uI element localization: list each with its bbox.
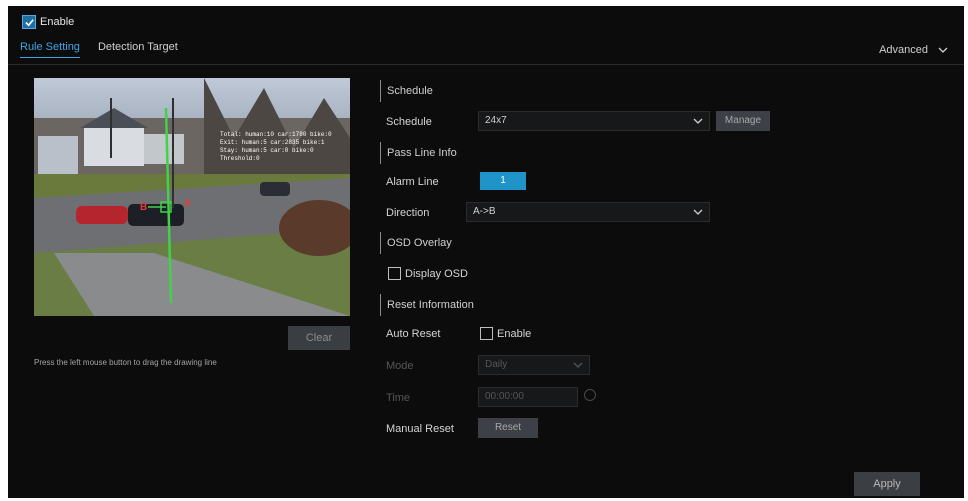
schedule-label: Schedule <box>386 116 432 128</box>
tab-rule-setting[interactable]: Rule Setting <box>20 41 80 58</box>
clock-icon <box>584 389 596 401</box>
display-osd-checkbox[interactable] <box>388 267 401 280</box>
enable-checkbox[interactable] <box>22 15 36 29</box>
schedule-select[interactable]: 24x7 <box>478 111 710 131</box>
advanced-label: Advanced <box>879 44 928 56</box>
overlay-text-2: Exit: human:5 car:2835 bike:1 <box>220 139 325 146</box>
time-field: 00:00:00 <box>478 387 578 407</box>
mode-value: Daily <box>485 359 508 370</box>
overlay-text-1: Total: human:10 car:1780 bike:0 <box>220 131 332 138</box>
section-pass-line-info: Pass Line Info <box>380 142 457 164</box>
direction-select[interactable]: A->B <box>466 202 710 222</box>
mode-select: Daily <box>478 355 590 375</box>
tab-detection-target[interactable]: Detection Target <box>98 41 178 58</box>
camera-scene: B A Total: human:10 car:1780 bike:0 Exit… <box>34 78 350 316</box>
alarm-line-label: Alarm Line <box>386 176 439 188</box>
manage-button[interactable]: Manage <box>716 111 770 131</box>
schedule-value: 24x7 <box>485 115 507 126</box>
section-schedule: Schedule <box>380 80 433 102</box>
overlay-text-3: Stay: human:5 car:0 bike:0 <box>220 147 314 154</box>
enable-toggle[interactable]: Enable <box>22 15 74 29</box>
chevron-down-icon <box>693 209 703 215</box>
line-label-b: B <box>140 202 147 213</box>
advanced-dropdown[interactable]: Advanced <box>879 44 948 56</box>
time-label: Time <box>386 392 411 404</box>
tab-bar: Rule Setting Detection Target <box>20 41 178 58</box>
auto-reset-label: Auto Reset <box>386 328 441 340</box>
settings-column: Schedule Schedule 24x7 Manage Pass Line … <box>380 6 800 498</box>
drawing-hint: Press the left mouse button to drag the … <box>34 358 217 367</box>
line-label-a: A <box>184 198 191 209</box>
camera-preview[interactable]: B A Total: human:10 car:1780 bike:0 Exit… <box>34 78 350 316</box>
chevron-down-icon <box>693 118 703 124</box>
alarm-line-1-button[interactable]: 1 <box>480 172 526 190</box>
auto-reset-enable-checkbox[interactable] <box>480 327 493 340</box>
time-value: 00:00:00 <box>485 391 524 402</box>
smart-analytics-panel: Enable Rule Setting Detection Target Adv… <box>8 6 964 498</box>
section-osd-overlay: OSD Overlay <box>380 232 452 254</box>
chevron-down-icon <box>573 362 583 368</box>
chevron-down-icon <box>938 47 948 53</box>
enable-label: Enable <box>40 16 75 28</box>
manual-reset-label: Manual Reset <box>386 423 454 435</box>
display-osd-label: Display OSD <box>405 267 468 280</box>
mode-label: Mode <box>386 360 414 372</box>
auto-reset-enable-label: Enable <box>497 327 532 340</box>
direction-label: Direction <box>386 207 430 219</box>
display-osd-toggle[interactable]: Display OSD <box>388 267 468 280</box>
direction-value: A->B <box>473 206 496 217</box>
apply-button[interactable]: Apply <box>854 472 920 496</box>
overlay-text-4: Threshold:0 <box>220 155 260 162</box>
reset-button[interactable]: Reset <box>478 418 538 438</box>
clear-button[interactable]: Clear <box>288 326 350 350</box>
section-reset-information: Reset Information <box>380 294 474 316</box>
auto-reset-enable-toggle[interactable]: Enable <box>480 327 531 340</box>
checkmark-icon <box>24 18 34 26</box>
